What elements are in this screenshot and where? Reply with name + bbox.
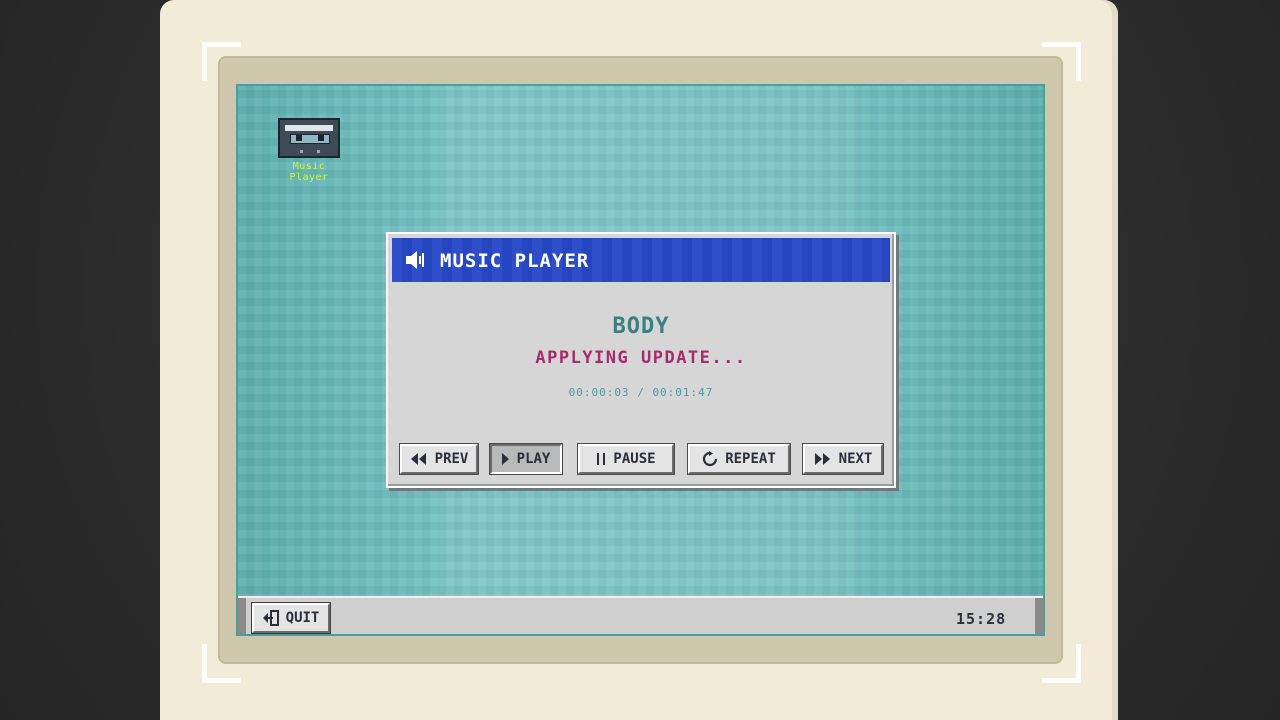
window-title: MUSIC PLAYER [440, 250, 590, 272]
desktop-icon-label: Music Player [276, 161, 342, 183]
status-text: APPLYING UPDATE... [535, 348, 747, 368]
window-titlebar[interactable]: MUSIC PLAYER [392, 238, 890, 282]
track-title: BODY [612, 314, 670, 339]
desktop-screen: Music Player MUSIC PLAYER BODY APPLYING … [236, 84, 1045, 636]
music-player-window: MUSIC PLAYER BODY APPLYING UPDATE... 00:… [386, 232, 896, 488]
time-separator: / [637, 386, 645, 399]
desktop-icon-label-line1: Music [292, 161, 326, 172]
pause-label: PAUSE [613, 451, 656, 467]
exit-icon [262, 610, 279, 626]
quit-button[interactable]: QUIT [251, 602, 331, 634]
play-label: PLAY [516, 451, 551, 467]
taskbar-edge-left [238, 598, 246, 634]
pause-icon [597, 453, 606, 465]
play-icon [501, 453, 509, 465]
time-display: 00:00:03 / 00:01:47 [388, 386, 894, 399]
fast-forward-icon [814, 453, 830, 465]
speaker-icon [406, 251, 424, 269]
desktop-icon-music-player[interactable]: Music Player [276, 118, 342, 183]
prev-label: PREV [434, 451, 469, 467]
time-elapsed: 00:00:03 [568, 386, 630, 399]
quit-label: QUIT [285, 610, 320, 626]
taskbar-clock: 15:28 [956, 610, 1007, 628]
next-label: NEXT [838, 451, 873, 467]
repeat-icon [703, 451, 718, 467]
taskbar-edge-right [1035, 598, 1043, 634]
repeat-label: REPEAT [725, 451, 776, 467]
prev-button[interactable]: PREV [399, 443, 479, 475]
cassette-icon [278, 118, 340, 158]
desktop-icon-label-line2: Player [289, 172, 329, 183]
repeat-button[interactable]: REPEAT [687, 443, 791, 475]
next-button[interactable]: NEXT [802, 443, 884, 475]
pause-button[interactable]: PAUSE [577, 443, 675, 475]
taskbar: QUIT 15:28 [238, 596, 1043, 634]
rewind-icon [410, 453, 426, 465]
play-button[interactable]: PLAY [489, 443, 563, 475]
time-total: 00:01:47 [652, 386, 714, 399]
